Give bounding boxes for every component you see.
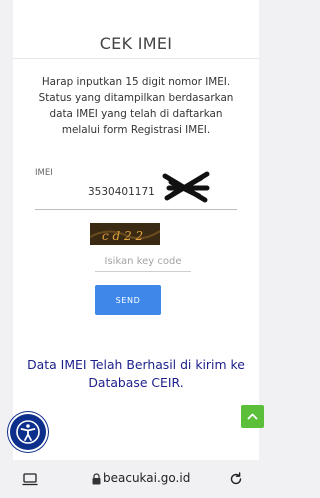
cek-imei-card: CEK IMEI Harap inputkan 15 digit nomor I… [13,0,259,460]
accessibility-icon [16,420,40,444]
accessibility-button[interactable] [10,414,46,450]
reload-icon[interactable] [229,472,243,486]
captcha-image: c d 2 2 [90,223,160,245]
reader-mode-icon[interactable] [22,473,38,487]
imei-input[interactable]: 3530401171 [88,186,155,198]
lock-icon [92,473,101,485]
page-description: Harap inputkan 15 digit nomor IMEI. Stat… [38,76,234,136]
key-code-input[interactable] [95,251,191,272]
send-button[interactable]: SEND [95,285,161,315]
imei-field-label: IMEI [35,168,53,178]
title-divider [13,58,259,59]
redaction-scribble [162,171,210,203]
captcha-text: c d 2 2 [102,229,143,243]
url-domain[interactable]: beacukai.go.id [103,471,190,485]
chevron-up-icon [247,413,258,420]
imei-underline [35,209,237,210]
browser-address-bar: beacukai.go.id [0,460,272,498]
success-message: Data IMEI Telah Berhasil di kirim ke Dat… [27,357,245,390]
scroll-to-top-button[interactable] [241,405,264,428]
page-title: CEK IMEI [99,34,173,53]
